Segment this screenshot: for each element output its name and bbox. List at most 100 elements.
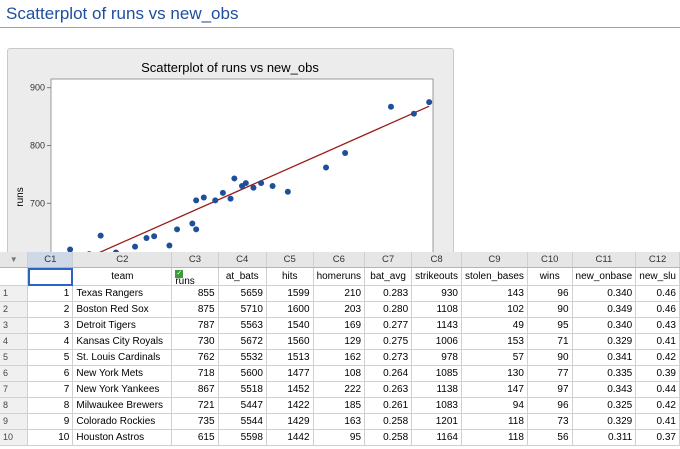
table-cell[interactable]: 735 xyxy=(171,413,219,430)
table-cell[interactable]: 0.280 xyxy=(364,301,413,318)
column-header[interactable]: hits xyxy=(266,267,314,286)
table-cell[interactable]: Milwaukee Brewers xyxy=(72,397,173,414)
table-cell[interactable]: 978 xyxy=(411,349,462,366)
column-id-c12[interactable]: C12 xyxy=(635,252,680,268)
table-cell[interactable]: 615 xyxy=(171,429,219,446)
table-cell[interactable]: 143 xyxy=(461,285,528,302)
table-row[interactable]: 6 6 New York Mets 718 5600 1477 108 0.264 1085 13… xyxy=(0,365,680,382)
table-cell[interactable]: 0.39 xyxy=(635,365,680,382)
sheet-corner-menu[interactable]: ▼ xyxy=(0,252,29,268)
column-header[interactable]: ✓ runs xyxy=(171,267,219,286)
table-cell[interactable]: 73 xyxy=(527,413,573,430)
table-cell[interactable]: 0.263 xyxy=(364,381,413,398)
table-cell[interactable]: 0.37 xyxy=(635,429,680,446)
table-row[interactable]: 4 4 Kansas City Royals 730 5672 1560 129 0.275 1… xyxy=(0,333,680,350)
table-cell[interactable]: 153 xyxy=(461,333,528,350)
table-cell[interactable]: 2 xyxy=(27,301,74,318)
table-cell[interactable]: 5 xyxy=(27,349,74,366)
table-cell[interactable]: 0.44 xyxy=(635,381,680,398)
table-cell[interactable]: 0.275 xyxy=(364,333,413,350)
table-cell[interactable]: 0.261 xyxy=(364,397,413,414)
table-cell[interactable]: 0.311 xyxy=(572,429,637,446)
table-row[interactable]: 5 5 St. Louis Cardinals 762 5532 1513 162 0.273… xyxy=(0,349,680,366)
table-cell[interactable]: 162 xyxy=(313,349,366,366)
table-row[interactable]: 2 2 Boston Red Sox 875 5710 1600 203 0.280 1108 1… xyxy=(0,301,680,318)
row-number[interactable]: 8 xyxy=(0,397,29,414)
table-cell[interactable]: 97 xyxy=(527,381,573,398)
table-cell[interactable]: 77 xyxy=(527,365,573,382)
table-cell[interactable]: 0.264 xyxy=(364,365,413,382)
column-id-c10[interactable]: C10 xyxy=(527,252,573,268)
table-cell[interactable]: 1513 xyxy=(266,349,314,366)
table-cell[interactable]: 787 xyxy=(171,317,219,334)
table-cell[interactable]: 0.42 xyxy=(635,349,680,366)
table-cell[interactable]: 96 xyxy=(527,397,573,414)
row-number[interactable]: 1 xyxy=(0,285,29,302)
table-cell[interactable]: New York Yankees xyxy=(72,381,173,398)
column-header[interactable]: wins xyxy=(527,267,573,286)
table-row[interactable]: 3 3 Detroit Tigers 787 5563 1540 169 0.277 1143 4… xyxy=(0,317,680,334)
table-cell[interactable]: 49 xyxy=(461,317,528,334)
table-cell[interactable]: Houston Astros xyxy=(72,429,173,446)
table-cell[interactable]: 5532 xyxy=(218,349,267,366)
table-row[interactable]: 7 7 New York Yankees 867 5518 1452 222 0.263 113… xyxy=(0,381,680,398)
table-cell[interactable]: 1600 xyxy=(266,301,314,318)
table-cell[interactable]: 1540 xyxy=(266,317,314,334)
table-cell[interactable]: 118 xyxy=(461,413,528,430)
table-cell[interactable]: 71 xyxy=(527,333,573,350)
table-cell[interactable]: 1 xyxy=(27,285,74,302)
table-cell[interactable]: 7 xyxy=(27,381,74,398)
table-cell[interactable]: 1164 xyxy=(411,429,462,446)
table-row[interactable]: 8 8 Milwaukee Brewers 721 5447 1422 185 0.261 10… xyxy=(0,397,680,414)
table-cell[interactable]: 1429 xyxy=(266,413,314,430)
table-cell[interactable]: 163 xyxy=(313,413,366,430)
column-id-c5[interactable]: C5 xyxy=(266,252,314,268)
column-id-c6[interactable]: C6 xyxy=(313,252,366,268)
table-cell[interactable]: 0.340 xyxy=(572,317,637,334)
table-cell[interactable]: Texas Rangers xyxy=(72,285,173,302)
table-cell[interactable]: 4 xyxy=(27,333,74,350)
table-cell[interactable]: 1599 xyxy=(266,285,314,302)
table-cell[interactable]: 0.42 xyxy=(635,397,680,414)
table-cell[interactable]: 222 xyxy=(313,381,366,398)
column-id-c1[interactable]: C1 xyxy=(27,252,74,268)
table-cell[interactable]: 130 xyxy=(461,365,528,382)
table-cell[interactable]: 930 xyxy=(411,285,462,302)
table-cell[interactable]: 90 xyxy=(527,301,573,318)
table-cell[interactable]: 1085 xyxy=(411,365,462,382)
table-cell[interactable]: 1422 xyxy=(266,397,314,414)
column-id-c2[interactable]: C2 xyxy=(72,252,173,268)
table-cell[interactable]: 0.277 xyxy=(364,317,413,334)
row-number[interactable]: 2 xyxy=(0,301,29,318)
table-cell[interactable]: St. Louis Cardinals xyxy=(72,349,173,366)
table-cell[interactable]: 108 xyxy=(313,365,366,382)
column-header[interactable]: bat_avg xyxy=(364,267,413,286)
column-id-c7[interactable]: C7 xyxy=(364,252,413,268)
table-cell[interactable]: Boston Red Sox xyxy=(72,301,173,318)
table-cell[interactable]: 169 xyxy=(313,317,366,334)
column-header[interactable]: strikeouts xyxy=(411,267,462,286)
row-number[interactable]: 9 xyxy=(0,413,29,430)
row-number[interactable]: 5 xyxy=(0,349,29,366)
table-cell[interactable]: Kansas City Royals xyxy=(72,333,173,350)
column-header[interactable]: team xyxy=(72,267,173,286)
column-header[interactable]: new_onbase xyxy=(572,267,637,286)
table-cell[interactable]: 0.41 xyxy=(635,333,680,350)
table-cell[interactable]: 0.41 xyxy=(635,413,680,430)
row-number[interactable]: 7 xyxy=(0,381,29,398)
table-cell[interactable]: 0.258 xyxy=(364,413,413,430)
table-cell[interactable]: 95 xyxy=(313,429,366,446)
table-cell[interactable]: 1452 xyxy=(266,381,314,398)
table-cell[interactable]: 3 xyxy=(27,317,74,334)
table-cell[interactable]: 0.258 xyxy=(364,429,413,446)
table-cell[interactable]: 1143 xyxy=(411,317,462,334)
table-cell[interactable]: 95 xyxy=(527,317,573,334)
table-cell[interactable]: 762 xyxy=(171,349,219,366)
table-row[interactable]: 10 10 Houston Astros 615 5598 1442 95 0.258 1164… xyxy=(0,429,680,446)
table-cell[interactable]: 96 xyxy=(527,285,573,302)
table-cell[interactable]: 867 xyxy=(171,381,219,398)
table-cell[interactable]: 5672 xyxy=(218,333,267,350)
table-cell[interactable]: 10 xyxy=(27,429,74,446)
table-cell[interactable]: 0.283 xyxy=(364,285,413,302)
column-id-c9[interactable]: C9 xyxy=(461,252,528,268)
